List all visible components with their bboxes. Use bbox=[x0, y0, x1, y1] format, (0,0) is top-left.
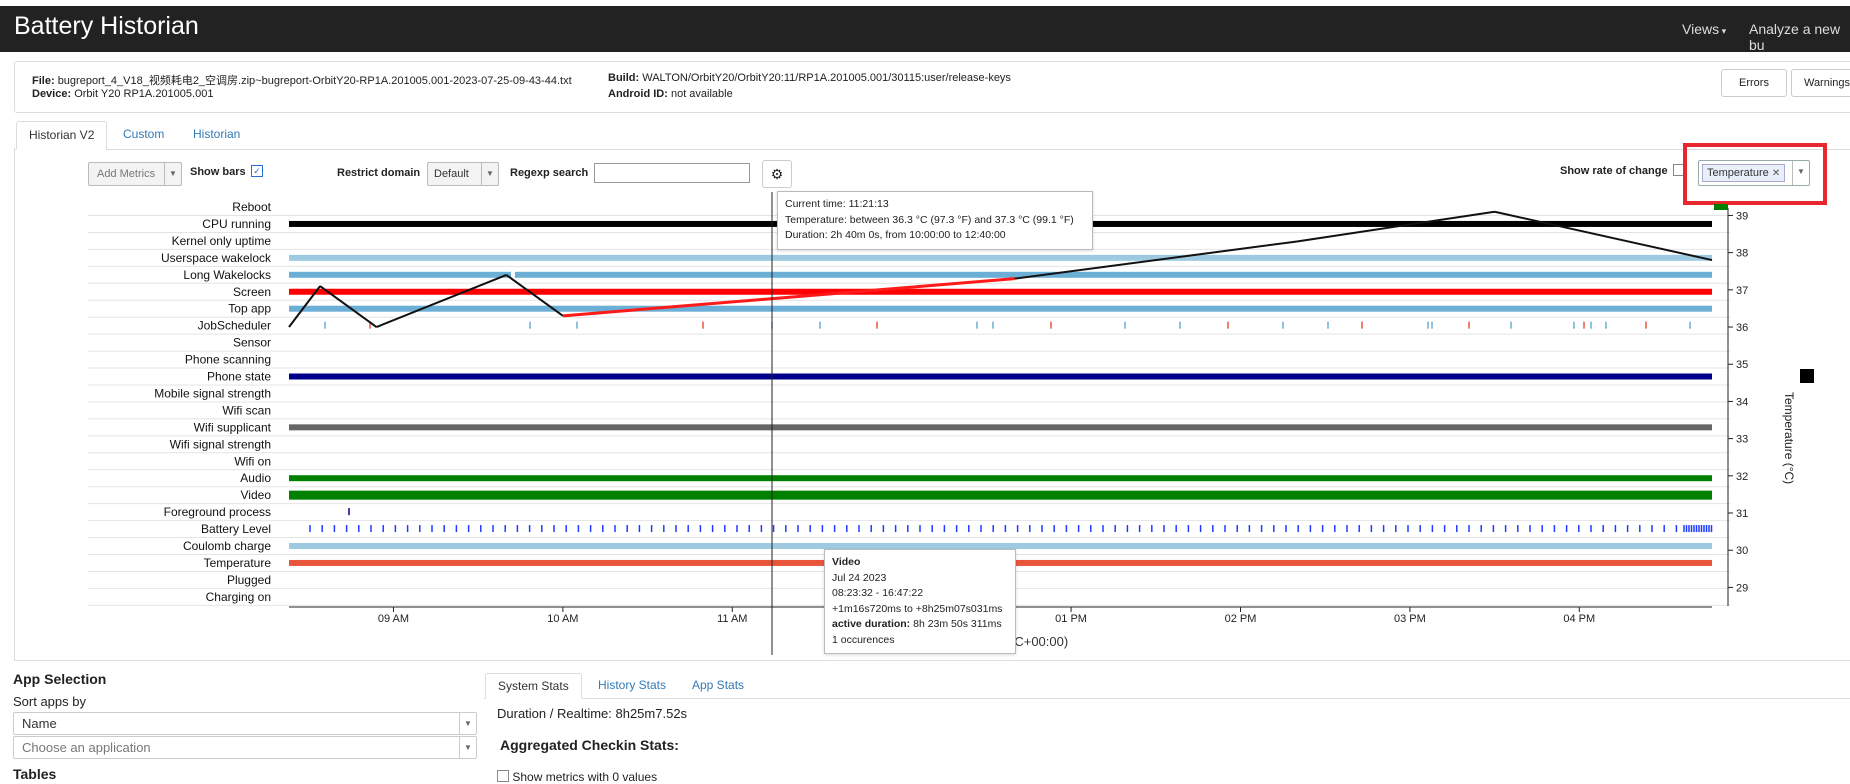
timeline-bar[interactable] bbox=[289, 288, 1712, 295]
row-label: Screen bbox=[233, 285, 271, 299]
x-tick-label: 01 PM bbox=[1055, 613, 1087, 625]
timeline-bar[interactable] bbox=[515, 271, 1712, 278]
row-label: Sensor bbox=[233, 336, 271, 350]
choose-app-select[interactable]: Choose an application ▼ bbox=[13, 736, 477, 759]
row-label: Charging on bbox=[206, 590, 271, 604]
y2-tick-label: 37 bbox=[1736, 285, 1748, 297]
y2-axis-label: Temperature (°C) bbox=[1782, 392, 1796, 485]
tables-heading: Tables bbox=[13, 766, 57, 782]
tab-system-stats[interactable]: System Stats bbox=[485, 673, 582, 699]
y2-tick-label: 30 bbox=[1736, 545, 1748, 557]
y2-tick-label: 31 bbox=[1736, 508, 1748, 520]
sort-apps-select[interactable]: Name ▼ bbox=[13, 712, 477, 735]
temperature-legend-marker bbox=[1714, 204, 1728, 210]
tooltip-line: active duration: 8h 23m 50s 311ms bbox=[832, 618, 1002, 630]
row-label: Phone scanning bbox=[185, 353, 271, 367]
row-label: Temperature bbox=[204, 556, 272, 570]
aggregated-heading: Aggregated Checkin Stats: bbox=[500, 737, 679, 753]
row-label: Top app bbox=[228, 302, 271, 316]
row-label: JobScheduler bbox=[198, 319, 271, 333]
y2-tick-label: 34 bbox=[1736, 396, 1748, 408]
timeline-bar[interactable] bbox=[289, 475, 1712, 482]
tooltip-line: +1m16s720ms to +8h25m07s031ms bbox=[832, 602, 1003, 615]
temperature-line-segment[interactable] bbox=[1494, 210, 1713, 262]
current-time-tooltip: Current time: 11:21:13 Temperature: betw… bbox=[777, 191, 1093, 250]
tab-history-stats[interactable]: History Stats bbox=[586, 673, 678, 697]
tooltip-line: Temperature: between 36.3 °C (97.3 °F) a… bbox=[785, 213, 1074, 226]
tooltip-title: Video bbox=[832, 556, 861, 568]
row-label: Wifi supplicant bbox=[194, 420, 272, 434]
chevron-down-icon: ▼ bbox=[459, 737, 476, 758]
x-tick-label: 11 AM bbox=[717, 613, 747, 625]
timeline-bar[interactable] bbox=[289, 254, 1712, 261]
row-label: Reboot bbox=[232, 200, 271, 214]
row-label: Userspace wakelock bbox=[161, 251, 272, 265]
tooltip-line: Jul 24 2023 bbox=[832, 571, 887, 584]
x-tick-label: 02 PM bbox=[1225, 613, 1257, 625]
y2-tick-label: 33 bbox=[1736, 434, 1748, 446]
temperature-legend-swatch bbox=[1800, 369, 1814, 383]
y2-tick-label: 35 bbox=[1736, 359, 1748, 371]
timeline-bar[interactable] bbox=[289, 305, 1712, 312]
x-tick-label: 04 PM bbox=[1563, 613, 1595, 625]
row-label: Wifi signal strength bbox=[170, 437, 271, 451]
timeline-bar[interactable] bbox=[289, 373, 1712, 380]
show-metrics-checkbox[interactable] bbox=[497, 770, 509, 782]
duration-text: Duration / Realtime: 8h25m7.52s bbox=[497, 706, 688, 721]
chevron-down-icon: ▼ bbox=[459, 713, 476, 734]
sort-apps-label: Sort apps by bbox=[13, 694, 86, 709]
y2-tick-label: 39 bbox=[1736, 210, 1748, 222]
y2-tick-label: 38 bbox=[1736, 248, 1748, 260]
row-label: Audio bbox=[240, 471, 271, 485]
row-label: Plugged bbox=[227, 573, 271, 587]
row-label: Phone state bbox=[207, 370, 271, 384]
tooltip-line: Current time: 11:21:13 bbox=[785, 198, 889, 210]
tooltip-line: Duration: 2h 40m 0s, from 10:00:00 to 12… bbox=[785, 229, 1006, 241]
video-tooltip: Video Jul 24 2023 08:23:32 - 16:47:22 +1… bbox=[824, 549, 1016, 654]
app-selection-heading: App Selection bbox=[13, 671, 107, 687]
x-tick-label: 09 AM bbox=[378, 613, 409, 625]
row-label: Wifi on bbox=[234, 454, 271, 468]
tooltip-line: 08:23:32 - 16:47:22 bbox=[832, 587, 924, 599]
show-metrics-row[interactable]: Show metrics with 0 values bbox=[497, 770, 657, 784]
y2-tick-label: 36 bbox=[1736, 322, 1748, 334]
row-label: Long Wakelocks bbox=[183, 268, 271, 282]
y2-tick-label: 29 bbox=[1736, 582, 1748, 594]
row-label: Battery Level bbox=[201, 522, 271, 536]
tab-app-stats[interactable]: App Stats bbox=[680, 673, 756, 697]
x-tick-label: 10 AM bbox=[547, 613, 578, 625]
temperature-line-segment[interactable] bbox=[376, 274, 507, 328]
row-label: Wifi scan bbox=[222, 403, 271, 417]
row-label: Foreground process bbox=[164, 505, 271, 519]
row-label: Kernel only uptime bbox=[172, 234, 272, 248]
timeline-bar[interactable] bbox=[289, 424, 1712, 431]
row-label: Video bbox=[241, 488, 272, 502]
row-label: CPU running bbox=[202, 217, 271, 231]
timeline-bar[interactable] bbox=[289, 271, 511, 278]
y2-tick-label: 32 bbox=[1736, 471, 1748, 483]
row-label: Mobile signal strength bbox=[154, 386, 271, 400]
timeline-bar[interactable] bbox=[289, 490, 1712, 500]
row-label: Coulomb charge bbox=[183, 539, 271, 553]
x-tick-label: 03 PM bbox=[1394, 613, 1426, 625]
tooltip-line: 1 occurences bbox=[832, 633, 895, 646]
